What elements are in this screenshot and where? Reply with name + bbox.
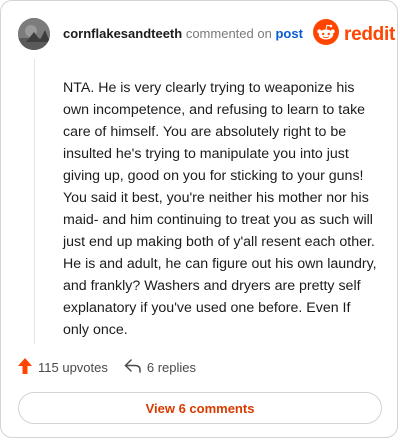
upvote-button[interactable]: 115 upvotes (18, 358, 108, 377)
upvote-arrow-icon (18, 358, 32, 377)
commented-on-text: commented on (185, 26, 272, 41)
reply-arrow-icon (124, 359, 141, 376)
reddit-logo[interactable]: reddit (313, 19, 395, 50)
upvotes-count: 115 upvotes (38, 360, 108, 375)
comment-actions: 115 upvotes 6 replies (18, 358, 196, 377)
reply-button[interactable]: 6 replies (124, 359, 196, 376)
post-link[interactable]: post (275, 26, 302, 41)
reddit-logo-text: reddit (344, 23, 395, 45)
comment-body: NTA. He is very clearly trying to weapon… (63, 80, 377, 338)
username[interactable]: cornflakesandteeth (63, 26, 182, 41)
comment-card: cornflakesandteeth commented on post red… (0, 0, 398, 438)
comment-header: cornflakesandteeth commented on post (63, 26, 303, 42)
reddit-snoo-icon (313, 19, 339, 50)
thread-line (34, 59, 35, 344)
replies-count: 6 replies (146, 360, 197, 375)
avatar[interactable] (18, 18, 50, 50)
view-comments-button[interactable]: View 6 comments (18, 392, 382, 424)
